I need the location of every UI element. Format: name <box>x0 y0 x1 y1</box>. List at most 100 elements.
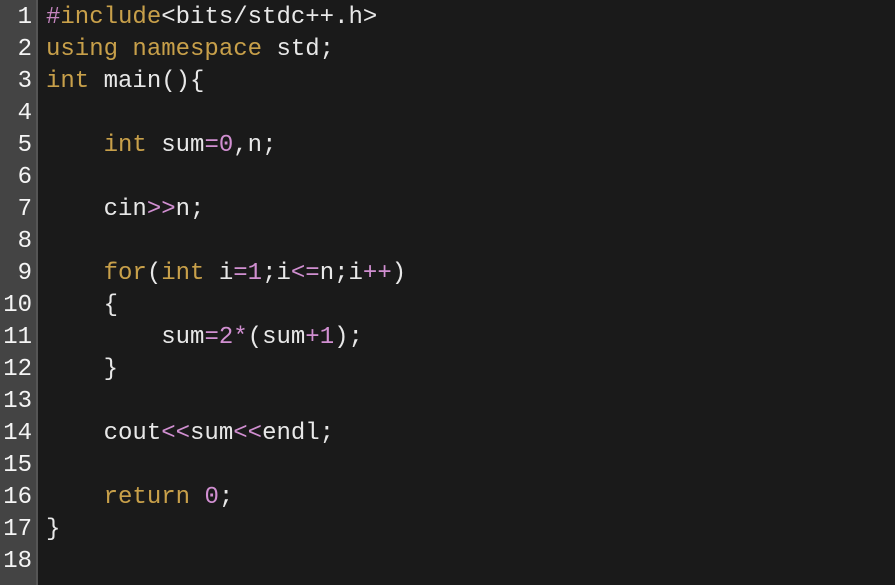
code-token: { <box>190 68 204 95</box>
code-token: 2 <box>219 324 233 351</box>
code-token: sum <box>147 132 205 159</box>
code-line[interactable]: cout<<sum<<endl; <box>46 418 406 450</box>
code-line[interactable] <box>46 546 406 578</box>
line-number: 5 <box>2 130 32 162</box>
line-number: 14 <box>2 418 32 450</box>
code-token: i <box>204 260 233 287</box>
line-number: 15 <box>2 450 32 482</box>
code-token: 0 <box>219 132 233 159</box>
code-token: ; <box>219 484 233 511</box>
code-token: namespace <box>132 36 262 63</box>
line-number: 3 <box>2 66 32 98</box>
code-token: 1 <box>320 324 334 351</box>
code-line[interactable] <box>46 226 406 258</box>
code-token: endl <box>262 420 320 447</box>
line-number: 4 <box>2 98 32 130</box>
code-line[interactable] <box>46 450 406 482</box>
code-line[interactable]: for(int i=1;i<=n;i++) <box>46 258 406 290</box>
code-token: return <box>104 484 190 511</box>
code-token: int <box>46 68 89 95</box>
code-token: int <box>104 132 147 159</box>
code-token: + <box>305 324 319 351</box>
code-token: } <box>46 516 60 543</box>
code-token: include <box>60 4 161 31</box>
code-token: std <box>262 36 320 63</box>
code-line[interactable]: } <box>46 354 406 386</box>
line-number: 8 <box>2 226 32 258</box>
code-editor[interactable]: 123456789101112131415161718 #include<bit… <box>0 0 895 585</box>
code-token: sum <box>190 420 233 447</box>
code-token <box>89 68 103 95</box>
line-number: 13 <box>2 386 32 418</box>
line-number: 1 <box>2 2 32 34</box>
code-token: ; <box>190 196 204 223</box>
code-token <box>46 356 104 383</box>
code-line[interactable]: } <box>46 514 406 546</box>
line-number: 11 <box>2 322 32 354</box>
code-line[interactable]: int main(){ <box>46 66 406 98</box>
code-token: ; <box>334 260 348 287</box>
code-token: sum <box>46 324 204 351</box>
code-token: { <box>104 292 118 319</box>
code-token: () <box>161 68 190 95</box>
line-number: 17 <box>2 514 32 546</box>
code-token: } <box>104 356 118 383</box>
line-number: 6 <box>2 162 32 194</box>
code-token: ; <box>320 36 334 63</box>
line-number: 9 <box>2 258 32 290</box>
code-token: sum <box>262 324 305 351</box>
code-line[interactable] <box>46 386 406 418</box>
code-token: main <box>104 68 162 95</box>
code-line[interactable] <box>46 162 406 194</box>
code-line[interactable]: #include<bits/stdc++.h> <box>46 2 406 34</box>
code-line[interactable]: cin>>n; <box>46 194 406 226</box>
code-token: 0 <box>204 484 218 511</box>
code-token: int <box>161 260 204 287</box>
code-token: <bits/stdc++.h> <box>161 4 377 31</box>
code-token: ; <box>349 324 363 351</box>
code-token: for <box>104 260 147 287</box>
code-token: ) <box>334 324 348 351</box>
code-token: n <box>320 260 334 287</box>
code-token: = <box>204 132 218 159</box>
code-token: i <box>349 260 363 287</box>
code-line[interactable]: int sum=0,n; <box>46 130 406 162</box>
code-token: = <box>204 324 218 351</box>
code-token: ; <box>320 420 334 447</box>
code-line[interactable]: using namespace std; <box>46 34 406 66</box>
code-token: <= <box>291 260 320 287</box>
code-token: 1 <box>248 260 262 287</box>
line-number: 18 <box>2 546 32 578</box>
code-token <box>46 132 104 159</box>
code-token: << <box>233 420 262 447</box>
code-token: = <box>233 260 247 287</box>
code-token: ; <box>262 260 276 287</box>
code-token: , <box>233 132 247 159</box>
line-number-gutter: 123456789101112131415161718 <box>0 0 38 585</box>
line-number: 2 <box>2 34 32 66</box>
code-token: >> <box>147 196 176 223</box>
line-number: 10 <box>2 290 32 322</box>
code-token: # <box>46 4 60 31</box>
line-number: 16 <box>2 482 32 514</box>
code-token: << <box>161 420 190 447</box>
code-token: n <box>176 196 190 223</box>
code-line[interactable]: return 0; <box>46 482 406 514</box>
code-token: ) <box>392 260 406 287</box>
code-token: cin <box>46 196 147 223</box>
code-token: ; <box>262 132 276 159</box>
code-token <box>118 36 132 63</box>
code-area[interactable]: #include<bits/stdc++.h>using namespace s… <box>38 0 406 585</box>
line-number: 7 <box>2 194 32 226</box>
code-token: n <box>248 132 262 159</box>
code-token: ( <box>147 260 161 287</box>
code-token: ++ <box>363 260 392 287</box>
code-token <box>190 484 204 511</box>
code-token <box>46 484 104 511</box>
code-line[interactable]: sum=2*(sum+1); <box>46 322 406 354</box>
code-line[interactable] <box>46 98 406 130</box>
code-token: * <box>233 324 247 351</box>
code-line[interactable]: { <box>46 290 406 322</box>
code-token: using <box>46 36 118 63</box>
code-token: ( <box>248 324 262 351</box>
